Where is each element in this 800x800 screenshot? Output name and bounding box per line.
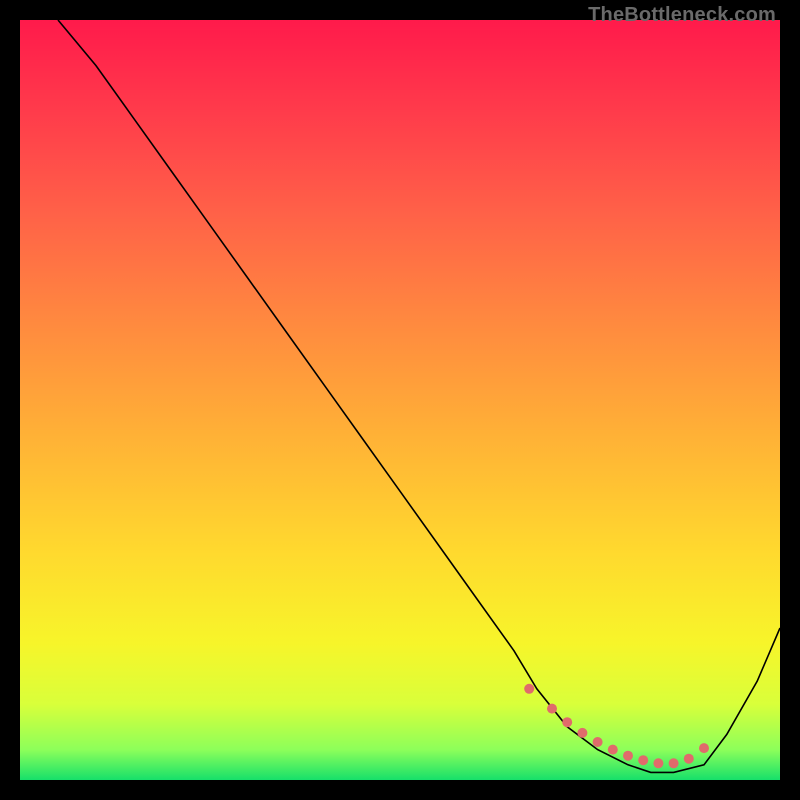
optimal-marker — [699, 743, 709, 753]
optimal-marker — [593, 737, 603, 747]
optimal-marker — [669, 758, 679, 768]
optimal-marker — [547, 704, 557, 714]
optimal-marker — [562, 717, 572, 727]
optimal-marker — [653, 758, 663, 768]
optimal-marker — [577, 728, 587, 738]
optimal-marker — [524, 684, 534, 694]
optimal-marker — [684, 754, 694, 764]
optimal-marker — [623, 751, 633, 761]
chart-svg — [20, 20, 780, 780]
gradient-background — [20, 20, 780, 780]
chart-container: TheBottleneck.com — [0, 0, 800, 800]
plot-area — [20, 20, 780, 780]
optimal-marker — [638, 755, 648, 765]
optimal-marker — [608, 745, 618, 755]
watermark-text: TheBottleneck.com — [588, 4, 776, 27]
